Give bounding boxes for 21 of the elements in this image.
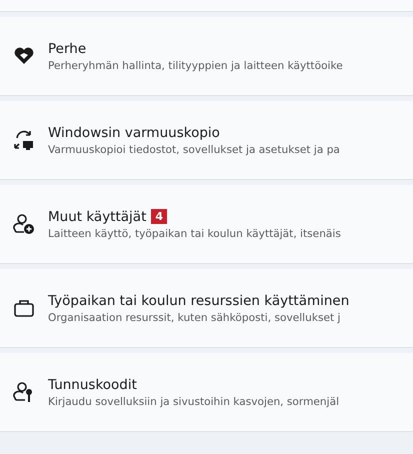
item-description: Perheryhmän hallinta, tilityyppien ja laitteen käyttöoike <box>48 60 343 72</box>
sync-computer-icon <box>13 129 35 151</box>
item-description: Laitteen käyttö, työpaikan tai koulun käyttäjät, itsenäis <box>48 228 341 240</box>
item-title: Windowsin varmuuskopio <box>48 124 220 140</box>
number-badge: 4 <box>151 209 168 224</box>
item-title: Muut käyttäjät <box>48 208 146 224</box>
settings-item[interactable]: Tunnuskoodit Kirjaudu sovelluksiin ja sivustoihin kasvojen, sormenjäl <box>0 353 413 432</box>
settings-item[interactable]: Muut käyttäjät 4 Laitteen käyttö, työpaikan tai koulun käyttäjät, itsenäis <box>0 185 413 264</box>
user-key-icon <box>13 381 35 403</box>
item-title: Tunnuskoodit <box>48 376 137 392</box>
settings-item[interactable]: Työpaikan tai koulun resurssien käyttäminen Organisaation resurssit, kuten sähköposti, sovellukset j <box>0 269 413 348</box>
user-add-icon <box>13 213 35 235</box>
heart-icon <box>13 45 35 67</box>
briefcase-icon <box>13 297 35 319</box>
item-title: Työpaikan tai koulun resurssien käyttäminen <box>48 292 350 308</box>
item-description: Organisaation resurssit, kuten sähköposti, sovellukset j <box>48 312 342 324</box>
settings-item[interactable]: Perhe Perheryhmän hallinta, tilityyppien ja laitteen käyttöoike <box>0 17 413 96</box>
item-title: Perhe <box>48 40 86 56</box>
item-description: Varmuuskopioi tiedostot, sovellukset ja asetukset ja pa <box>48 144 340 156</box>
item-description: Kirjaudu sovelluksiin ja sivustoihin kasvojen, sormenjäl <box>48 396 340 408</box>
settings-item[interactable]: Windowsin varmuuskopio Varmuuskopioi tiedostot, sovellukset ja asetukset ja pa <box>0 101 413 180</box>
